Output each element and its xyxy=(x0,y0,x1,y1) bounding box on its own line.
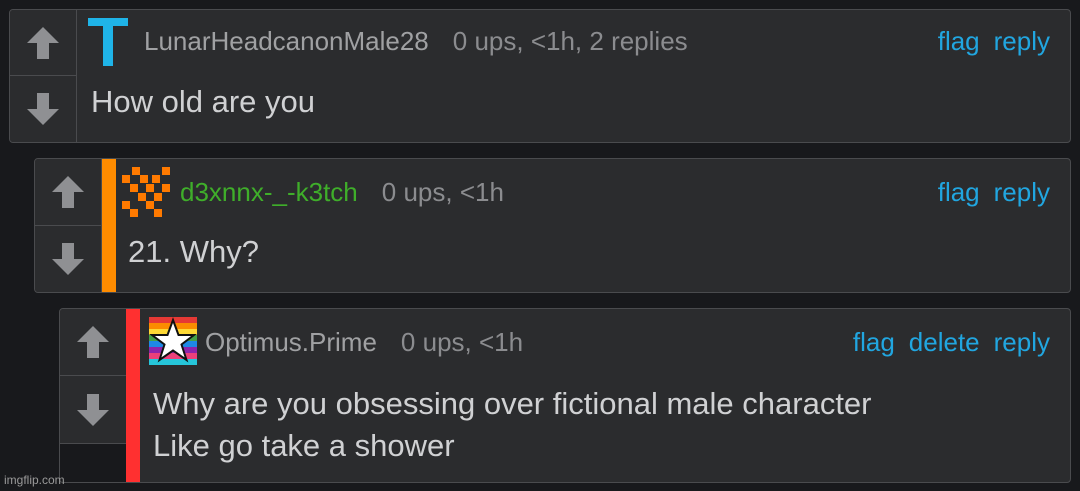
letter-t-avatar-icon[interactable] xyxy=(86,16,130,68)
vote-column xyxy=(60,309,127,444)
comment-meta: 0 ups, <1h xyxy=(381,177,504,207)
comment-meta: 0 ups, <1h xyxy=(400,327,524,357)
comment-meta: 0 ups, <1h, 2 replies xyxy=(452,26,688,56)
downvote-arrow-icon xyxy=(52,242,84,275)
vote-column-gap xyxy=(60,444,127,482)
comment-text: 21. Why? xyxy=(128,234,259,269)
downvote-arrow-icon xyxy=(27,93,59,125)
comment-1: LunarHeadcanonMale28 0 ups, <1h, 2 replie… xyxy=(9,9,1071,143)
reply-link[interactable]: reply xyxy=(994,327,1050,357)
flag-link[interactable]: flag xyxy=(853,327,895,357)
delete-link[interactable]: delete xyxy=(909,327,980,357)
comment-text-line-1: Why are you obsessing over fictional mal… xyxy=(153,386,872,421)
vote-column xyxy=(10,10,77,142)
upvote-arrow-icon xyxy=(52,175,84,208)
vote-column xyxy=(35,159,102,292)
comment-text-line-2: Like go take a shower xyxy=(153,428,455,463)
pixel-pattern-avatar-icon[interactable] xyxy=(122,167,172,217)
thread-stripe xyxy=(102,159,116,292)
comment-text: How old are you xyxy=(91,84,316,119)
comment-username[interactable]: LunarHeadcanonMale28 xyxy=(144,26,429,56)
upvote-button[interactable] xyxy=(35,159,101,226)
downvote-button[interactable] xyxy=(10,76,76,142)
reply-link[interactable]: reply xyxy=(994,177,1050,207)
comment-3: Optimus.Prime 0 ups, <1h flag delete reply … xyxy=(59,308,1071,483)
downvote-button[interactable] xyxy=(60,376,126,443)
upvote-arrow-icon xyxy=(27,26,59,59)
comment-username[interactable]: d3xnnx-_-k3tch xyxy=(180,177,358,207)
downvote-button[interactable] xyxy=(35,226,101,293)
upvote-button[interactable] xyxy=(60,309,126,376)
flag-link[interactable]: flag xyxy=(938,177,980,207)
reply-link[interactable]: reply xyxy=(994,26,1050,56)
upvote-button[interactable] xyxy=(10,10,76,76)
flag-link[interactable]: flag xyxy=(938,26,980,56)
comment-username[interactable]: Optimus.Prime xyxy=(205,327,377,357)
thread-stripe xyxy=(126,309,140,482)
upvote-arrow-icon xyxy=(77,326,109,358)
watermark: imgflip.com xyxy=(4,473,65,487)
comment-2: d3xnnx-_-k3tch 0 ups, <1h flag reply 21. W… xyxy=(34,158,1071,293)
rainbow-star-avatar-icon[interactable] xyxy=(149,317,197,365)
downvote-arrow-icon xyxy=(77,393,109,426)
